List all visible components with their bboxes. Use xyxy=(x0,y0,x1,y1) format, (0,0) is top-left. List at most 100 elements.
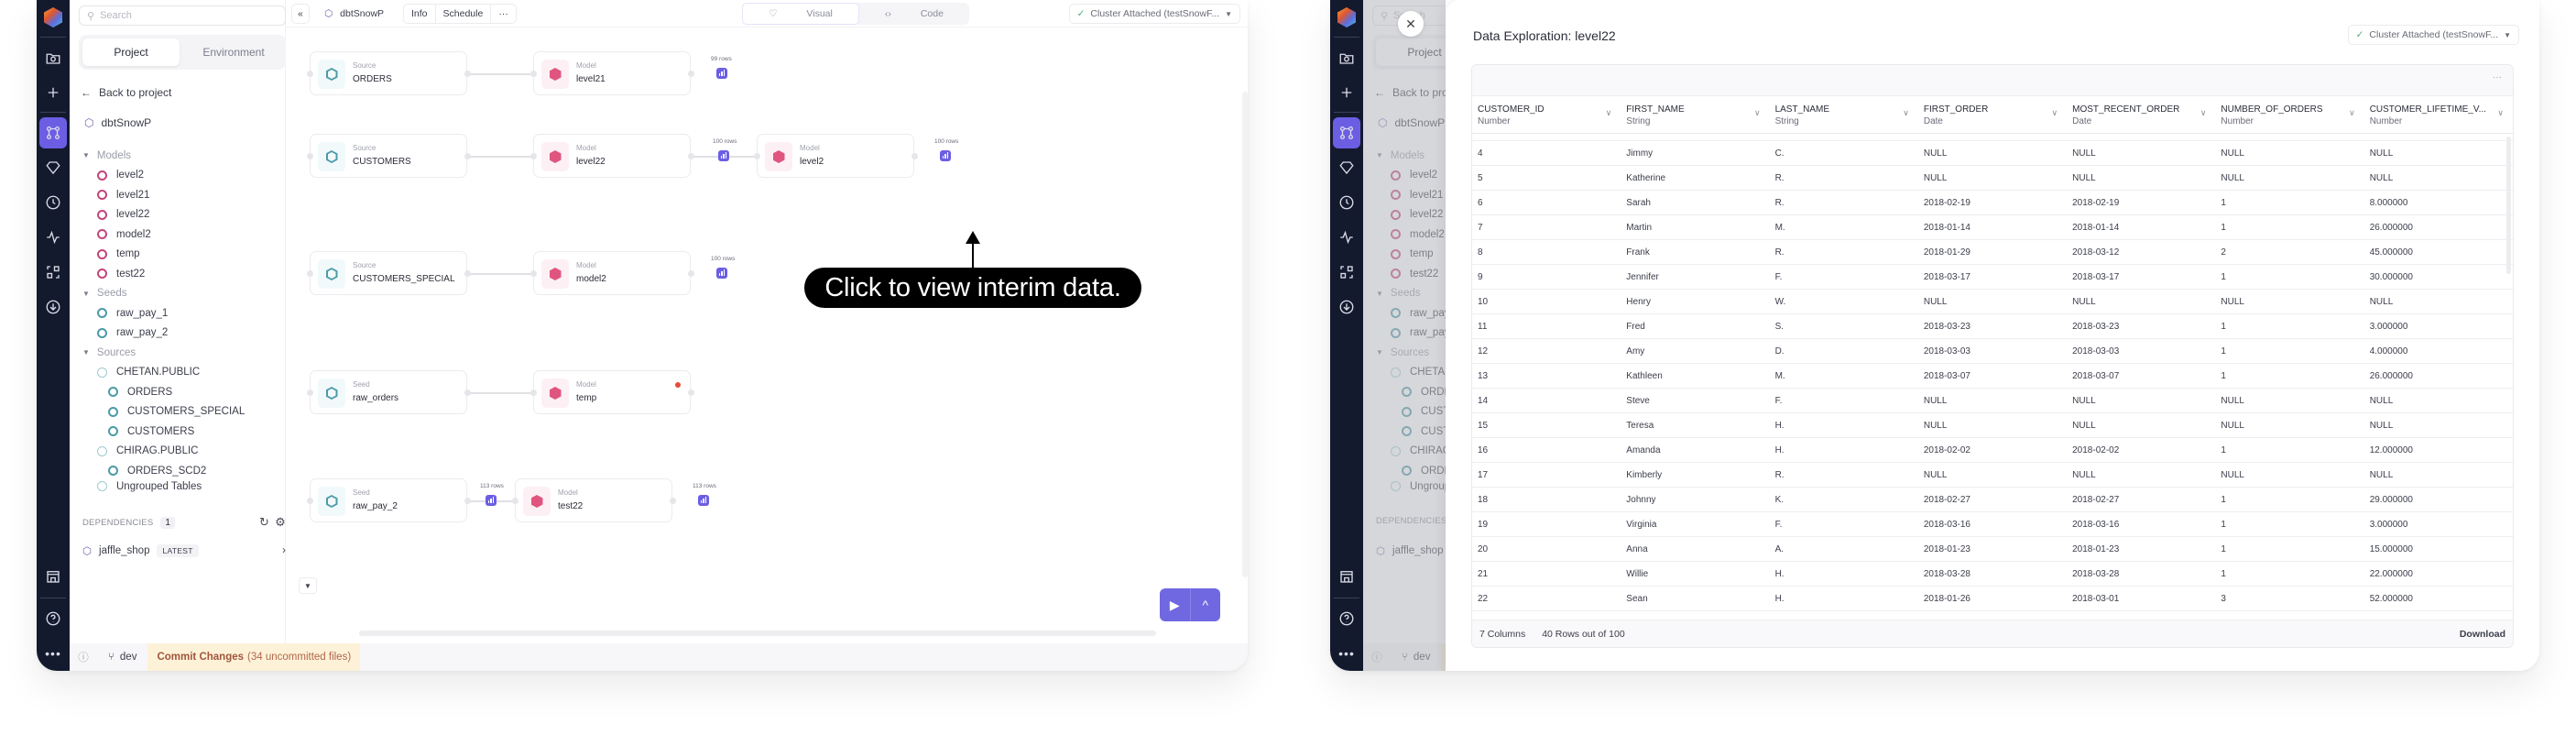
graph-icon[interactable] xyxy=(1333,117,1360,148)
graph-node-level22[interactable]: Model level22 xyxy=(533,134,691,178)
collapse-sidebar-button[interactable]: « xyxy=(291,4,310,24)
tree-item[interactable]: CUSTOMERS xyxy=(82,422,284,442)
activity-icon[interactable] xyxy=(1330,222,1363,253)
table-row[interactable]: 7 Martin M. 2018-01-14 2018-01-14 1 26.000000 xyxy=(1472,214,2513,240)
input-port[interactable] xyxy=(530,71,537,77)
folder-search-icon[interactable] xyxy=(1330,42,1363,73)
output-port[interactable] xyxy=(464,498,471,504)
chevron-down-icon[interactable]: ∨ xyxy=(2497,107,2504,119)
help-icon[interactable] xyxy=(1330,603,1363,634)
table-row[interactable]: 10 Henry W. NULL NULL NULL NULL xyxy=(1472,289,2513,314)
table-row[interactable]: 20 Anna A. 2018-01-23 2018-01-23 1 15.000000 xyxy=(1472,536,2513,562)
column-header[interactable]: NUMBER_OF_ORDERS Number ∨ xyxy=(2215,96,2364,134)
table-row[interactable]: 19 Virginia F. 2018-03-16 2018-03-16 1 3.00000… xyxy=(1472,511,2513,537)
graph-canvas[interactable]: Source ORDERS Model level21 Source CUSTOMERS M… xyxy=(286,27,1248,643)
column-header[interactable]: CUSTOMER_ID Number ∨ xyxy=(1472,96,1621,134)
cluster-select[interactable]: ✓ Cluster Attached (testSnowF... ▼ xyxy=(1068,4,1240,24)
output-port[interactable] xyxy=(911,153,918,159)
input-port[interactable] xyxy=(307,389,313,396)
table-row[interactable]: 22 Sean H. 2018-01-26 2018-03-01 3 52.000000 xyxy=(1472,586,2513,611)
info-icon[interactable]: ⓘ xyxy=(70,650,97,664)
interim-data-button[interactable] xyxy=(486,495,497,506)
folder-search-icon[interactable] xyxy=(37,42,70,73)
table-row[interactable]: 12 Amy D. 2018-03-03 2018-03-03 1 4.000000 xyxy=(1472,338,2513,364)
table-row[interactable]: 5 Katherine R. NULL NULL NULL NULL xyxy=(1472,165,2513,191)
info-button[interactable]: Info xyxy=(404,5,436,23)
clock-icon[interactable] xyxy=(1330,187,1363,218)
graph-node-raw_orders[interactable]: Seed raw_orders xyxy=(310,370,467,414)
output-port[interactable] xyxy=(464,270,471,277)
graph-node-cust_special[interactable]: Source CUSTOMERS_SPECIAL xyxy=(310,251,467,295)
clock-icon[interactable] xyxy=(37,187,70,218)
table-row[interactable]: 9 Jennifer F. 2018-03-17 2018-03-17 1 30.00000… xyxy=(1472,264,2513,290)
horizontal-scrollbar[interactable] xyxy=(359,631,1156,636)
interim-data-button[interactable] xyxy=(718,150,729,161)
output-port[interactable] xyxy=(688,71,694,77)
diamond-icon[interactable] xyxy=(1330,152,1363,183)
column-header[interactable]: FIRST_ORDER Date ∨ xyxy=(1917,96,2068,134)
chevron-down-icon[interactable]: ∨ xyxy=(2200,107,2207,119)
table-row[interactable]: 4 Jimmy C. NULL NULL NULL NULL xyxy=(1472,140,2513,166)
graph-node-orders[interactable]: Source ORDERS xyxy=(310,51,467,95)
interim-data-button[interactable] xyxy=(716,268,727,279)
tab-code[interactable]: ‹› Code xyxy=(859,3,969,25)
canvas-menu-button[interactable]: ▼ xyxy=(299,577,317,594)
output-port[interactable] xyxy=(688,270,694,277)
input-port[interactable] xyxy=(307,270,313,277)
table-scrollbar[interactable] xyxy=(2506,137,2511,274)
table-row[interactable]: 17 Kimberly R. NULL NULL NULL NULL xyxy=(1472,462,2513,488)
graph-node-customers[interactable]: Source CUSTOMERS xyxy=(310,134,467,178)
column-header[interactable]: LAST_NAME String ∨ xyxy=(1769,96,1918,134)
tree-item[interactable]: raw_pay_1 xyxy=(82,303,284,324)
tree-item[interactable]: ORDERS xyxy=(82,382,284,402)
help-icon[interactable] xyxy=(37,603,70,634)
vertical-scrollbar[interactable] xyxy=(1242,92,1248,577)
plus-icon[interactable] xyxy=(1330,77,1363,108)
cluster-select[interactable]: ✓ Cluster Attached (testSnowF... ▼ xyxy=(2347,25,2519,45)
lineage-icon[interactable] xyxy=(1330,257,1363,288)
tree-group-models[interactable]: ▼ Models xyxy=(82,146,284,166)
tree-item[interactable]: level22 xyxy=(82,205,284,225)
tab-visual[interactable]: ♡ Visual xyxy=(742,3,859,25)
project-name[interactable]: ⬡ dbtSnowP xyxy=(84,116,151,129)
output-port[interactable] xyxy=(464,71,471,77)
more-icon[interactable]: ••• xyxy=(37,638,70,669)
store-icon[interactable] xyxy=(37,561,70,592)
back-to-project-link[interactable]: ← Back to project xyxy=(81,86,171,99)
gear-icon[interactable]: ⚙ xyxy=(275,515,286,530)
column-header[interactable]: FIRST_NAME String ∨ xyxy=(1621,96,1770,134)
graph-node-test22[interactable]: Model test22 xyxy=(515,478,672,522)
lineage-icon[interactable] xyxy=(37,257,70,288)
table-row[interactable]: 14 Steve F. NULL NULL NULL NULL xyxy=(1472,388,2513,413)
more-icon[interactable]: ••• xyxy=(1330,638,1363,669)
branch-selector[interactable]: ⑂ dev xyxy=(97,652,147,663)
graph-node-model2[interactable]: Model model2 xyxy=(533,251,691,295)
chevron-down-icon[interactable]: ∨ xyxy=(2052,107,2058,119)
tree-item[interactable]: CHETAN.PUBLIC xyxy=(82,363,284,383)
close-modal-button[interactable]: ✕ xyxy=(1398,11,1424,37)
refresh-icon[interactable]: ↻ xyxy=(259,515,269,530)
interim-data-button[interactable] xyxy=(716,68,727,79)
interim-data-button[interactable] xyxy=(698,495,709,506)
schedule-button[interactable]: Schedule xyxy=(436,5,492,23)
output-port[interactable] xyxy=(464,389,471,396)
commit-changes-button[interactable]: Commit Changes (34 uncommitted files) xyxy=(147,643,361,671)
download-button[interactable]: Download xyxy=(2460,629,2505,640)
interim-data-button[interactable] xyxy=(940,150,951,161)
input-port[interactable] xyxy=(512,498,518,504)
column-header[interactable]: CUSTOMER_LIFETIME_V... Number ∨ xyxy=(2363,96,2513,134)
chevron-up-icon[interactable]: ^ xyxy=(1191,588,1221,621)
tab-environment[interactable]: Environment xyxy=(185,38,282,66)
table-row[interactable]: 8 Frank R. 2018-01-29 2018-03-12 2 45.000000 xyxy=(1472,239,2513,265)
tree-item[interactable]: level21 xyxy=(82,185,284,205)
table-row[interactable]: 16 Amanda H. 2018-02-02 2018-02-02 1 12.000000 xyxy=(1472,437,2513,463)
tree-item[interactable]: CHIRAG.PUBLIC xyxy=(82,442,284,462)
table-row[interactable]: 11 Fred S. 2018-03-23 2018-03-23 1 3.000000 xyxy=(1472,313,2513,339)
chevron-down-icon[interactable]: ∨ xyxy=(2349,107,2355,119)
chevron-down-icon[interactable]: ∨ xyxy=(1754,107,1761,119)
input-port[interactable] xyxy=(530,153,537,159)
graph-node-level21[interactable]: Model level21 xyxy=(533,51,691,95)
tree-item[interactable]: ORDERS_SCD2 xyxy=(82,461,284,481)
input-port[interactable] xyxy=(307,153,313,159)
tree-group-sources[interactable]: ▼ Sources xyxy=(82,343,284,363)
